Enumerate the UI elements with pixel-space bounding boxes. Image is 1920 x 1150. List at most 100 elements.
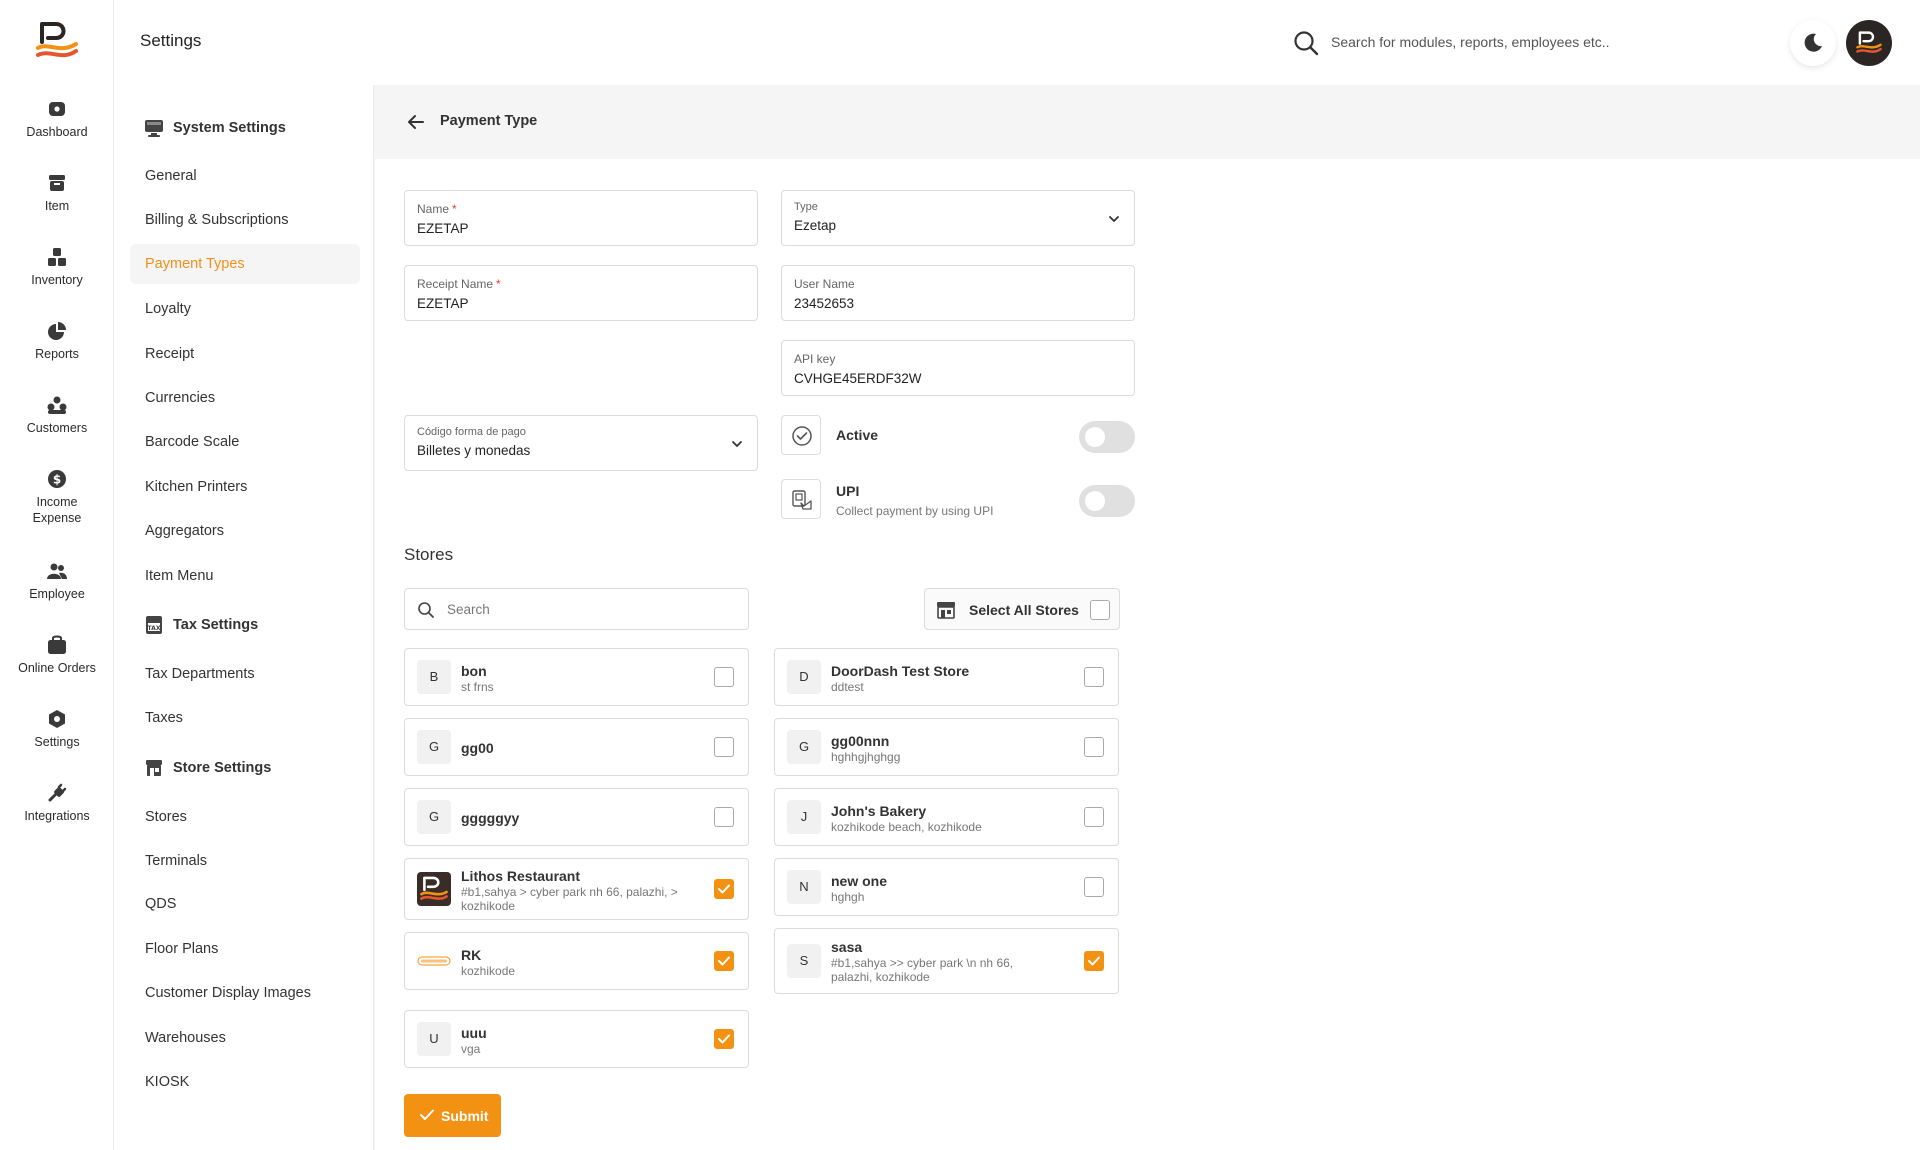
store-badge: G bbox=[787, 730, 821, 764]
menu-item-receipt[interactable]: Receipt bbox=[145, 346, 194, 362]
store-name: Lithos Restaurant bbox=[461, 868, 581, 884]
name-field[interactable]: Name * EZETAP bbox=[404, 190, 758, 246]
store-address: kozhikode bbox=[461, 964, 516, 978]
store-card[interactable]: N new one hghgh bbox=[774, 858, 1119, 916]
store-badge: N bbox=[787, 870, 821, 904]
checkmark-icon bbox=[718, 884, 730, 894]
svg-text:$: $ bbox=[53, 473, 61, 487]
theme-toggle-button[interactable] bbox=[1790, 20, 1836, 66]
store-checkbox[interactable] bbox=[714, 667, 734, 687]
store-checkbox[interactable] bbox=[714, 879, 734, 899]
user-avatar[interactable] bbox=[1846, 20, 1892, 66]
menu-item-item-menu[interactable]: Item Menu bbox=[145, 568, 214, 584]
store-checkbox[interactable] bbox=[1084, 951, 1104, 971]
content-header: Payment Type bbox=[375, 85, 1920, 159]
rail-item[interactable]: Item bbox=[0, 172, 114, 214]
menu-item-taxes[interactable]: Taxes bbox=[145, 710, 183, 726]
menu-item-floor-plans[interactable]: Floor Plans bbox=[145, 941, 218, 957]
active-toggle-row: Active bbox=[781, 415, 1135, 459]
receipt-name-field[interactable]: Receipt Name * EZETAP bbox=[404, 265, 758, 321]
upi-label: UPI bbox=[836, 483, 860, 499]
store-card[interactable]: Lithos Restaurant #b1,sahya > cyber park… bbox=[404, 858, 749, 920]
employee-icon bbox=[46, 560, 68, 582]
brand-logo-icon[interactable] bbox=[34, 20, 80, 62]
store-checkbox[interactable] bbox=[1084, 877, 1104, 897]
store-checkbox[interactable] bbox=[714, 1029, 734, 1049]
menu-item-aggregators[interactable]: Aggregators bbox=[145, 523, 224, 539]
store-checkbox[interactable] bbox=[1084, 667, 1104, 687]
menu-item-terminals[interactable]: Terminals bbox=[145, 853, 207, 869]
store-address: ddtest bbox=[831, 680, 864, 694]
check-circle-icon bbox=[781, 415, 821, 455]
back-arrow-icon[interactable] bbox=[407, 113, 425, 131]
rail-reports[interactable]: Reports bbox=[0, 320, 114, 362]
menu-item-qds[interactable]: QDS bbox=[145, 896, 176, 912]
select-all-checkbox[interactable] bbox=[1090, 600, 1110, 620]
store-checkbox[interactable] bbox=[714, 807, 734, 827]
user-name-field[interactable]: User Name 23452653 bbox=[781, 265, 1135, 321]
rail-integrations[interactable]: Integrations bbox=[0, 782, 114, 824]
store-checkbox[interactable] bbox=[1084, 807, 1104, 827]
menu-item-customer-display-images[interactable]: Customer Display Images bbox=[145, 985, 311, 1001]
menu-item-warehouses[interactable]: Warehouses bbox=[145, 1030, 226, 1046]
menu-item-currencies[interactable]: Currencies bbox=[145, 390, 215, 406]
rail-customers[interactable]: Customers bbox=[0, 394, 114, 436]
rail-income-expense[interactable]: $ Income Expense bbox=[0, 468, 114, 526]
codigo-value: Billetes y monedas bbox=[417, 443, 531, 458]
upi-switch[interactable] bbox=[1079, 485, 1135, 517]
menu-item-barcode-scale[interactable]: Barcode Scale bbox=[145, 434, 239, 450]
menu-item-kitchen-printers[interactable]: Kitchen Printers bbox=[145, 479, 247, 495]
store-card[interactable]: D DoorDash Test Store ddtest bbox=[774, 648, 1119, 706]
rail-dashboard[interactable]: Dashboard bbox=[0, 98, 114, 140]
upi-payment-icon bbox=[781, 479, 821, 519]
top-bar: Settings Search for modules, reports, em… bbox=[114, 0, 1920, 85]
brand-logo-icon bbox=[1856, 31, 1882, 53]
store-card[interactable]: S sasa #b1,sahya >> cyber park \n nh 66,… bbox=[774, 928, 1119, 994]
store-card[interactable]: U uuu vga bbox=[404, 1010, 749, 1068]
store-name: DoorDash Test Store bbox=[831, 663, 970, 679]
store-checkbox[interactable] bbox=[714, 737, 734, 757]
store-card[interactable]: J John's Bakery kozhikode beach, kozhiko… bbox=[774, 788, 1119, 846]
api-key-value: CVHGE45ERDF32W bbox=[794, 371, 922, 386]
menu-item-billing[interactable]: Billing & Subscriptions bbox=[145, 212, 288, 228]
menu-item-general[interactable]: General bbox=[145, 168, 197, 184]
store-name: bon bbox=[461, 663, 487, 679]
store-badge: G bbox=[417, 800, 451, 834]
tax-icon: TAX bbox=[144, 615, 164, 635]
rail-inventory[interactable]: Inventory bbox=[0, 246, 114, 288]
store-card[interactable]: B bon st frns bbox=[404, 648, 749, 706]
store-card[interactable]: G gg00nnn hghhgjhghgg bbox=[774, 718, 1119, 776]
store-address: #b1,sahya >> cyber park \n nh 66, palazh… bbox=[831, 956, 1014, 984]
active-switch[interactable] bbox=[1079, 421, 1135, 453]
store-checkbox[interactable] bbox=[714, 951, 734, 971]
type-select-value: Ezetap bbox=[794, 218, 837, 233]
store-name: uuu bbox=[461, 1025, 487, 1041]
store-card[interactable]: RK kozhikode bbox=[404, 932, 749, 990]
menu-item-stores[interactable]: Stores bbox=[145, 809, 187, 825]
dashboard-icon bbox=[46, 98, 68, 120]
store-card[interactable]: G gg00 bbox=[404, 718, 749, 776]
api-key-field[interactable]: API key CVHGE45ERDF32W bbox=[781, 340, 1135, 396]
store-checkbox[interactable] bbox=[1084, 737, 1104, 757]
nav-rail: Dashboard Item Inventory Reports Custome… bbox=[0, 0, 114, 1150]
store-name: gg00nnn bbox=[831, 733, 890, 749]
menu-item-tax-departments[interactable]: Tax Departments bbox=[145, 666, 255, 682]
type-select[interactable]: Type Ezetap bbox=[781, 190, 1135, 246]
rail-employee[interactable]: Employee bbox=[0, 560, 114, 602]
search-icon[interactable] bbox=[1292, 29, 1320, 57]
store-search-input[interactable]: Search bbox=[404, 588, 749, 630]
menu-item-kiosk[interactable]: KIOSK bbox=[145, 1074, 189, 1090]
rail-online-orders[interactable]: Online Orders bbox=[0, 634, 114, 676]
store-address: hghgh bbox=[831, 890, 865, 904]
menu-item-payment-types[interactable]: Payment Types bbox=[130, 244, 360, 284]
store-name: RK bbox=[461, 947, 482, 963]
global-search-input[interactable]: Search for modules, reports, employees e… bbox=[1331, 34, 1610, 50]
submit-button[interactable]: Submit bbox=[404, 1094, 501, 1137]
rail-settings[interactable]: Settings bbox=[0, 708, 114, 750]
select-all-stores-button[interactable]: Select All Stores bbox=[924, 588, 1120, 630]
chevron-down-icon bbox=[1108, 213, 1120, 225]
store-card[interactable]: G gggggyy bbox=[404, 788, 749, 846]
codigo-forma-pago-select[interactable]: Código forma de pago Billetes y monedas bbox=[404, 415, 758, 471]
store-name: gggggyy bbox=[461, 810, 520, 826]
menu-item-loyalty[interactable]: Loyalty bbox=[145, 301, 191, 317]
